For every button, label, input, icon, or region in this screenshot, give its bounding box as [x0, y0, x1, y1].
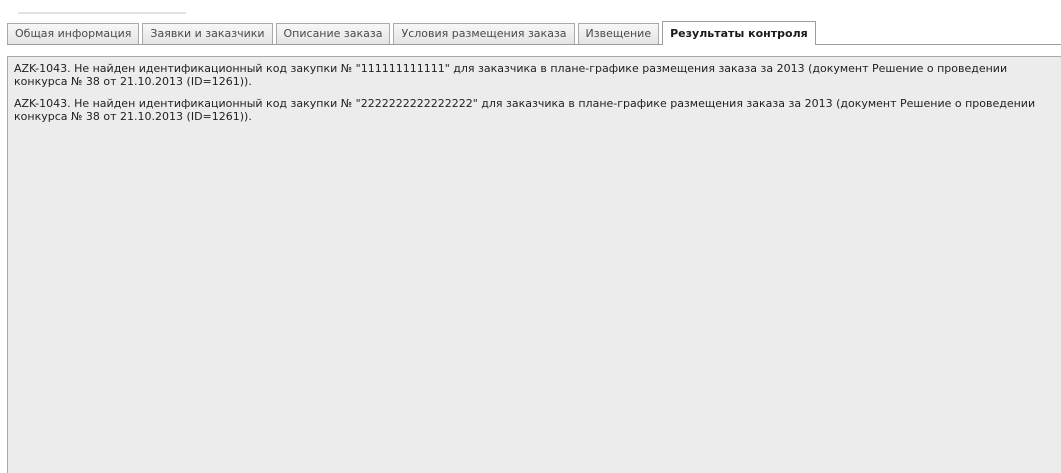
tab-bar: Общая информация Заявки и заказчики Опис…: [7, 21, 1061, 45]
control-results-panel: AZK-1043. Не найден идентификационный ко…: [7, 56, 1061, 473]
control-message: AZK-1043. Не найден идентификационный ко…: [14, 97, 1036, 123]
tab-requests-and-customers[interactable]: Заявки и заказчики: [142, 23, 273, 44]
tab-general-info[interactable]: Общая информация: [7, 23, 140, 44]
tab-order-description[interactable]: Описание заказа: [275, 23, 391, 44]
tab-order-placement-conditions[interactable]: Условия размещения заказа: [393, 23, 575, 44]
top-divider: [18, 12, 186, 14]
tab-notice[interactable]: Извещение: [577, 23, 660, 44]
top-strip: [0, 0, 1061, 19]
window: Общая информация Заявки и заказчики Опис…: [0, 0, 1061, 473]
control-message: AZK-1043. Не найден идентификационный ко…: [14, 62, 1008, 88]
tab-control-results[interactable]: Результаты контроля: [662, 21, 816, 45]
